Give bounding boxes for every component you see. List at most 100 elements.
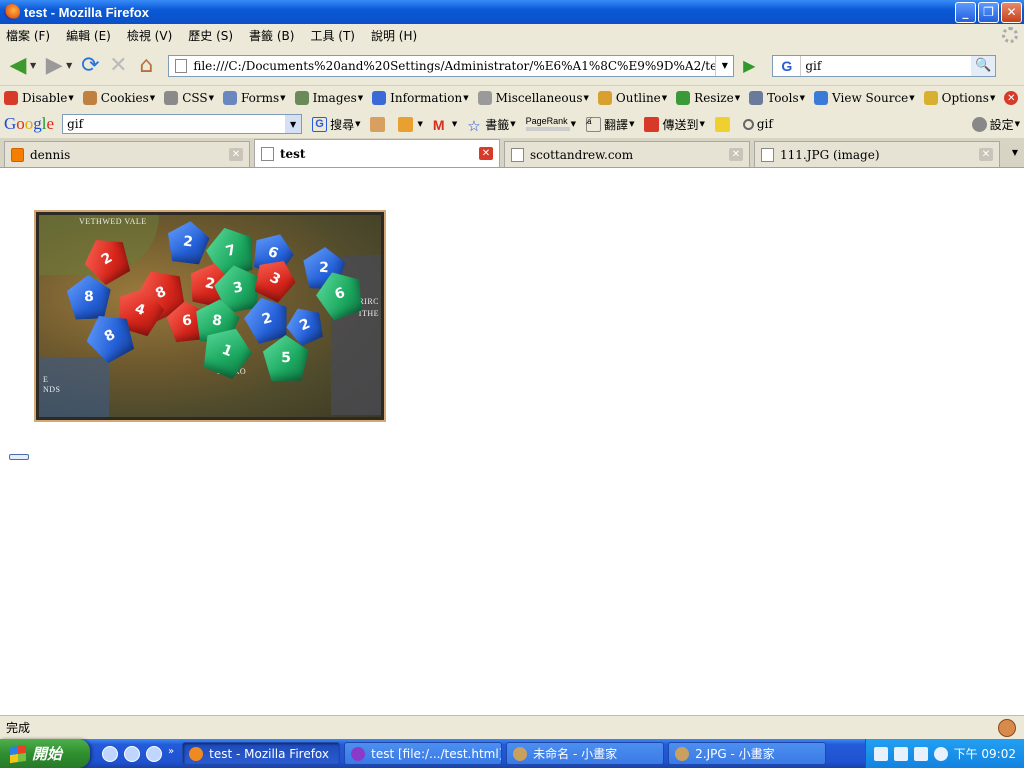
search-engine-selector[interactable]: G	[773, 55, 802, 76]
google-search-text[interactable]: gif	[63, 117, 285, 131]
help-icon[interactable]	[893, 746, 908, 761]
popup-blocker-button[interactable]: ▼	[398, 116, 423, 132]
minimize-button[interactable]: _	[955, 1, 976, 23]
close-window-button[interactable]: ✕	[1001, 1, 1022, 23]
menu-history[interactable]: 歷史 (S)	[188, 27, 233, 44]
close-tab-icon[interactable]: ✕	[729, 148, 743, 161]
url-input[interactable]: file:///C:/Documents%20and%20Settings/Ad…	[193, 59, 715, 73]
throbber-icon	[1002, 27, 1018, 43]
cookies-icon	[82, 91, 97, 105]
internet-explorer-icon[interactable]	[124, 745, 140, 762]
tab-3[interactable]: scottandrew.com ✕	[504, 141, 750, 167]
chevron-down-icon: ▼	[583, 94, 589, 102]
news-button[interactable]	[370, 116, 388, 132]
app-icon	[189, 746, 204, 761]
forward-history-dropdown-icon[interactable]: ▼	[66, 61, 72, 70]
translate-button[interactable]: a̸ 翻譯 ▼	[586, 116, 634, 133]
die: 2	[165, 219, 212, 266]
tab-1[interactable]: dennis ✕	[4, 141, 250, 167]
start-button[interactable]: 開始	[0, 739, 90, 768]
taskbar-button[interactable]: test [file:/.../test.html] -...	[344, 742, 503, 765]
menu-help[interactable]: 說明 (H)	[371, 27, 417, 44]
dev-menu-information[interactable]: Information ▼	[372, 91, 469, 105]
send-to-button[interactable]: 傳送到 ▼	[644, 116, 705, 133]
url-history-dropdown-icon[interactable]: ▼	[715, 55, 733, 76]
tab-list-dropdown-icon[interactable]: ▼	[1006, 148, 1024, 157]
chevron-down-icon[interactable]: ▼	[510, 120, 515, 128]
chevron-down-icon[interactable]: ▼	[452, 120, 457, 128]
stop-button[interactable]: ✕	[104, 52, 132, 80]
chevron-down-icon: ▼	[799, 94, 806, 102]
search-input[interactable]: gif	[801, 59, 971, 73]
menu-edit[interactable]: 編輯 (E)	[66, 27, 111, 44]
quick-launch: »	[102, 745, 174, 762]
dev-menu-images[interactable]: Images ▼	[294, 91, 363, 105]
bookmarks-button[interactable]: ☆ 書籤 ▼	[467, 116, 515, 135]
search-term-button[interactable]: gif	[742, 117, 773, 131]
forward-button[interactable]: ▶	[40, 52, 68, 80]
pagerank-indicator: PageRank ▼	[525, 117, 576, 131]
close-tab-icon[interactable]: ✕	[979, 148, 993, 161]
taskbar-button[interactable]: 2.JPG - 小畫家	[668, 742, 827, 765]
address-bar[interactable]: file:///C:/Documents%20and%20Settings/Ad…	[168, 54, 735, 77]
close-tab-icon[interactable]: ✕	[229, 148, 243, 161]
tab-2[interactable]: test ✕	[254, 139, 500, 167]
menu-view[interactable]: 檢視 (V)	[127, 27, 172, 44]
home-button[interactable]: ⌂	[132, 52, 160, 80]
dev-menu-resize[interactable]: Resize ▼	[676, 91, 740, 105]
menu-file[interactable]: 檔案 (F)	[6, 27, 50, 44]
network-icon[interactable]	[913, 746, 928, 761]
quick-launch-more-icon[interactable]: »	[168, 746, 174, 762]
small-button[interactable]	[9, 454, 29, 460]
tab-4[interactable]: 111.JPG (image) ✕	[754, 141, 1000, 167]
taskbar-button[interactable]: 未命名 - 小畫家	[506, 742, 665, 765]
dev-status-icons: ✕✓!	[1004, 91, 1024, 105]
taskbar-button[interactable]: test - Mozilla Firefox	[182, 742, 341, 765]
chevron-down-icon[interactable]: ▼	[417, 120, 422, 128]
reload-button[interactable]: ⟳	[76, 52, 104, 80]
back-history-dropdown-icon[interactable]: ▼	[30, 61, 36, 70]
menu-tools[interactable]: 工具 (T)	[310, 27, 355, 44]
chevron-down-icon[interactable]: ▼	[571, 120, 576, 128]
errors-icon[interactable]: ✕	[1004, 91, 1019, 105]
resize-icon	[676, 91, 691, 105]
show-desktop-icon[interactable]	[102, 745, 118, 762]
search-go-icon[interactable]: 🔍	[971, 55, 996, 76]
dev-menu-tools[interactable]: Tools ▼	[749, 91, 805, 105]
chevron-down-icon[interactable]: ▼	[699, 120, 704, 128]
messenger-icon[interactable]	[146, 745, 162, 762]
gmail-button[interactable]: M ▼	[433, 117, 457, 133]
menu-bookmarks[interactable]: 書籤 (B)	[249, 27, 294, 44]
google-g-icon: G	[312, 116, 328, 132]
search-bar[interactable]: G gif 🔍	[772, 54, 997, 77]
google-search-button[interactable]: G 搜尋 ▼	[312, 116, 360, 133]
map-label: E	[43, 375, 49, 384]
map-label: RIRC	[358, 297, 379, 306]
dev-menu-view-source[interactable]: View Source ▼	[814, 91, 915, 105]
tray-expand-icon[interactable]	[933, 746, 948, 761]
google-search-input[interactable]: gif ▼	[62, 114, 303, 134]
close-tab-icon[interactable]: ✕	[479, 147, 493, 160]
dev-menu-outline[interactable]: Outline ▼	[597, 91, 667, 105]
dev-menu-miscellaneous[interactable]: Miscellaneous ▼	[477, 91, 589, 105]
dev-menu-cookies[interactable]: Cookies ▼	[82, 91, 155, 105]
dev-menu-forms[interactable]: Forms ▼	[223, 91, 286, 105]
back-button[interactable]: ◀	[4, 52, 32, 80]
restore-button[interactable]: ❐	[978, 1, 999, 23]
keyboard-icon[interactable]	[873, 746, 888, 761]
dev-menu-options[interactable]: Options ▼	[923, 91, 995, 105]
firefox-logo-icon	[4, 4, 20, 20]
chevron-down-icon[interactable]: ▼	[1015, 120, 1020, 128]
clock[interactable]: 下午 09:02	[954, 745, 1016, 762]
highlight-button[interactable]	[714, 116, 733, 132]
google-search-dropdown-icon[interactable]: ▼	[285, 115, 302, 133]
extension-status-icon[interactable]	[998, 718, 1016, 737]
google-settings-button[interactable]: 設定 ▼	[971, 116, 1024, 133]
dev-menu-disable[interactable]: Disable ▼	[4, 91, 74, 105]
chevron-down-icon[interactable]: ▼	[629, 120, 634, 128]
go-button[interactable]: ▶	[738, 55, 760, 77]
forms-icon	[223, 91, 237, 105]
dev-menu-css[interactable]: CSS ▼	[164, 91, 214, 105]
chevron-down-icon[interactable]: ▼	[355, 120, 360, 128]
tab-title: scottandrew.com	[530, 147, 634, 162]
